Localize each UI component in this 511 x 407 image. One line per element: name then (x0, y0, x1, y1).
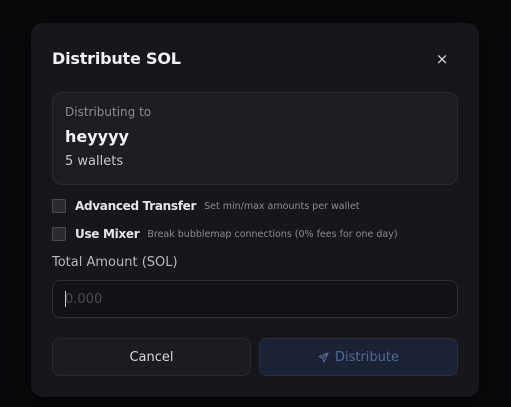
group-name: heyyyy (65, 127, 129, 146)
advanced-transfer-description: Set min/max amounts per wallet (204, 200, 360, 212)
use-mixer-description: Break bubblemap connections (0% fees for… (147, 228, 398, 240)
send-icon (318, 351, 329, 363)
text-cursor (65, 291, 66, 307)
distributing-to-label: Distributing to (65, 105, 152, 119)
wallet-count: 5 wallets (65, 154, 124, 169)
use-mixer-option[interactable]: Use Mixer Break bubblemap connections (0… (52, 226, 398, 242)
modal-title: Distribute SOL (52, 49, 181, 68)
close-button[interactable]: × (433, 50, 451, 68)
distribute-button-label: Distribute (334, 349, 400, 365)
advanced-transfer-label[interactable]: Advanced Transfer (75, 199, 196, 213)
cancel-button-label: Cancel (129, 349, 174, 365)
recipient-info-card: Distributing to heyyyy 5 wallets (52, 92, 458, 185)
cancel-button[interactable]: Cancel (52, 338, 251, 376)
total-amount-label: Total Amount (SOL) (52, 255, 178, 270)
distribute-button[interactable]: Distribute (259, 338, 458, 376)
use-mixer-label[interactable]: Use Mixer (75, 227, 140, 241)
total-amount-input[interactable] (52, 280, 458, 318)
advanced-transfer-option[interactable]: Advanced Transfer Set min/max amounts pe… (52, 198, 359, 214)
advanced-transfer-checkbox[interactable] (52, 199, 66, 213)
use-mixer-checkbox[interactable] (52, 227, 66, 241)
close-icon: × (435, 50, 449, 68)
distribute-modal: Distribute SOL × Distributing to heyyyy … (31, 23, 479, 397)
